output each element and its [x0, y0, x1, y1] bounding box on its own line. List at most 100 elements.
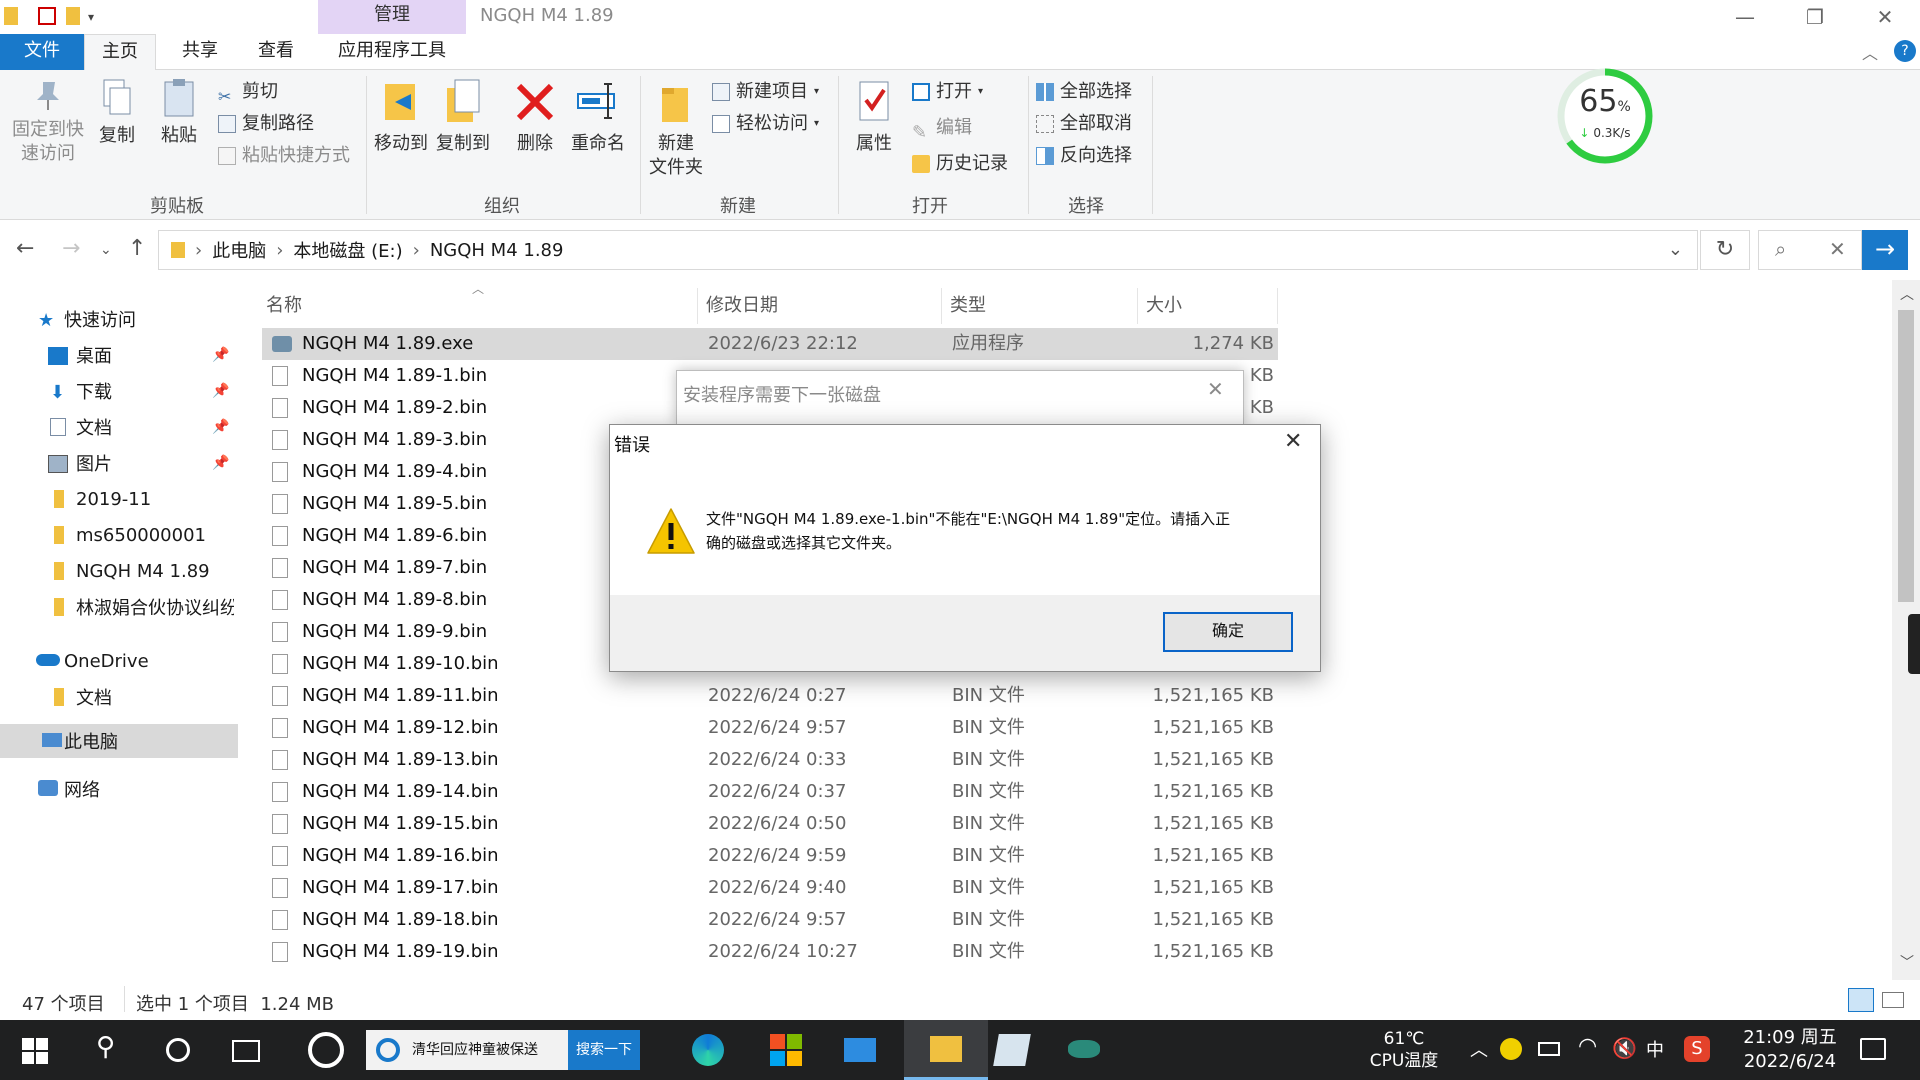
new-folder-button[interactable]: 新建 文件夹	[646, 78, 706, 180]
nav-folder-agreement[interactable]: 林淑娟合伙协议纠纷	[0, 590, 238, 624]
rename-button[interactable]: 重命名	[568, 78, 628, 156]
file-row[interactable]: NGQH M4 1.89-15.bin 2022/6/24 0:50 BIN 文件 1…	[262, 808, 1278, 840]
file-row[interactable]: NGQH M4 1.89-14.bin 2022/6/24 0:37 BIN 文件 1…	[262, 776, 1278, 808]
pin-icon[interactable]: 📌	[212, 347, 229, 363]
select-none-button[interactable]: 全部取消	[1036, 110, 1132, 138]
sogou-ime-icon[interactable]: S	[1684, 1036, 1710, 1062]
wifi-icon[interactable]: ◠	[1578, 1034, 1597, 1059]
breadcrumb-current-folder[interactable]: NGQH M4 1.89	[430, 240, 564, 261]
minimize-button[interactable]: —	[1710, 0, 1780, 34]
store-icon[interactable]	[770, 1034, 802, 1066]
edge-browser-icon[interactable]	[692, 1034, 724, 1066]
close-icon[interactable]: ✕	[1207, 377, 1224, 401]
copy-path-button[interactable]: 复制路径	[218, 110, 314, 138]
browser-search-widget[interactable]: 清华回应神童被保送	[366, 1030, 568, 1070]
nav-onedrive[interactable]: OneDrive	[0, 644, 238, 678]
breadcrumb-drive-e[interactable]: 本地磁盘 (E:)	[293, 237, 402, 263]
chevron-up-icon[interactable]: ︿	[1470, 1036, 1488, 1062]
file-row[interactable]: NGQH M4 1.89-13.bin 2022/6/24 0:33 BIN 文件 1…	[262, 744, 1278, 776]
select-all-button[interactable]: 全部选择	[1036, 78, 1132, 106]
pin-quick-access-button[interactable]: 固定到快 速访问	[8, 78, 88, 166]
collapse-ribbon-icon[interactable]: ︿	[1862, 40, 1878, 64]
recent-locations-icon[interactable]: ⌄	[100, 242, 112, 258]
clock-date[interactable]: 2022/6/24	[1730, 1050, 1850, 1074]
nav-onedrive-documents[interactable]: 文档	[0, 680, 238, 714]
chevron-down-icon[interactable]: ⌄	[1668, 239, 1683, 260]
history-button[interactable]: 历史记录	[912, 150, 1008, 178]
search-icon[interactable]: ⚲	[96, 1032, 115, 1062]
paste-button[interactable]: 粘贴	[154, 78, 204, 148]
breadcrumb-this-pc[interactable]: 此电脑	[212, 237, 266, 263]
edit-button[interactable]: ✎ 编辑	[912, 114, 972, 143]
search-go-button[interactable]: →	[1862, 230, 1908, 270]
nav-network[interactable]: 网络	[0, 772, 238, 806]
ime-indicator[interactable]: 中	[1646, 1036, 1664, 1062]
network-speed-widget[interactable]: 65% ↓ 0.3K/s	[1555, 66, 1655, 166]
windows-start-icon[interactable]	[22, 1038, 48, 1064]
file-row[interactable]: NGQH M4 1.89-12.bin 2022/6/24 9:57 BIN 文件 1…	[262, 712, 1278, 744]
properties-button[interactable]: 属性	[846, 78, 902, 156]
delete-button[interactable]: 删除	[510, 78, 560, 156]
column-header-type[interactable]: 类型	[942, 288, 1138, 324]
properties-icon[interactable]	[38, 7, 56, 25]
pin-icon[interactable]: 📌	[212, 383, 229, 399]
nav-downloads[interactable]: ⬇ 下载 📌	[0, 374, 238, 408]
easy-access-button[interactable]: 轻松访问 ▾	[712, 110, 819, 138]
file-row[interactable]: NGQH M4 1.89-11.bin 2022/6/24 0:27 BIN 文件 1…	[262, 680, 1278, 712]
file-row[interactable]: NGQH M4 1.89-18.bin 2022/6/24 9:57 BIN 文件 1…	[262, 904, 1278, 936]
invert-selection-button[interactable]: 反向选择	[1036, 142, 1132, 170]
open-button[interactable]: 打开 ▾	[912, 78, 983, 106]
ok-button[interactable]: 确定	[1163, 612, 1293, 652]
nav-folder-ms650000001[interactable]: ms650000001	[0, 518, 238, 552]
tab-view[interactable]: 查看	[240, 34, 312, 70]
nav-documents[interactable]: 文档 📌	[0, 410, 238, 444]
tab-application-tools[interactable]: 应用程序工具	[318, 34, 466, 70]
move-to-button[interactable]: 移动到	[372, 78, 430, 156]
address-bar[interactable]: › 此电脑 › 本地磁盘 (E:) › NGQH M4 1.89 ⌄	[158, 230, 1698, 270]
tray-app-icon[interactable]	[1500, 1038, 1522, 1060]
copy-to-button[interactable]: 复制到	[434, 78, 492, 156]
nav-pictures[interactable]: 图片 📌	[0, 446, 238, 480]
column-header-size[interactable]: 大小	[1138, 288, 1278, 324]
file-row[interactable]: NGQH M4 1.89-19.bin 2022/6/24 10:27 BIN 文件…	[262, 936, 1278, 968]
search-input[interactable]: ⌕ ✕	[1758, 230, 1862, 270]
large-icons-view-icon[interactable]	[1882, 992, 1904, 1008]
taskbar-search-button[interactable]: 搜索一下	[568, 1030, 640, 1070]
explorer-taskbar-button[interactable]	[904, 1020, 988, 1080]
clear-icon[interactable]: ✕	[1829, 237, 1846, 261]
new-item-button[interactable]: 新建项目 ▾	[712, 78, 819, 106]
new-folder-icon[interactable]	[66, 7, 80, 25]
nav-folder-ngqh[interactable]: NGQH M4 1.89	[0, 554, 238, 588]
close-button[interactable]: ✕	[1850, 0, 1920, 34]
nav-this-pc[interactable]: 此电脑	[0, 724, 238, 758]
copy-button[interactable]: 复制	[92, 78, 142, 148]
clock-time[interactable]: 21:09 周五	[1730, 1026, 1850, 1050]
close-icon[interactable]: ✕	[1284, 429, 1302, 454]
scroll-down-icon[interactable]: ﹀	[1900, 952, 1914, 972]
file-row[interactable]: NGQH M4 1.89.exe 2022/6/23 22:12 应用程序 1,274…	[262, 328, 1278, 360]
setup-disk-icon[interactable]	[993, 1034, 1031, 1066]
nav-quick-access[interactable]: ★ 快速访问	[0, 302, 238, 336]
mail-icon[interactable]	[844, 1038, 876, 1062]
back-arrow-icon[interactable]: ←	[16, 236, 34, 261]
battery-icon[interactable]	[1538, 1042, 1560, 1056]
cortana-icon[interactable]	[166, 1038, 190, 1062]
paste-shortcut-button[interactable]: 粘贴快捷方式	[218, 142, 350, 170]
tab-share[interactable]: 共享	[160, 34, 240, 70]
pin-icon[interactable]: 📌	[212, 419, 229, 435]
restore-button[interactable]: ❐	[1780, 0, 1850, 34]
task-view-icon[interactable]	[232, 1040, 260, 1062]
file-row[interactable]: NGQH M4 1.89-16.bin 2022/6/24 9:59 BIN 文件 1…	[262, 840, 1278, 872]
scroll-up-icon[interactable]: ︿	[1900, 284, 1914, 304]
help-icon[interactable]: ?	[1894, 40, 1916, 62]
up-arrow-icon[interactable]: ↑	[128, 236, 146, 261]
column-header-name[interactable]: 名称	[258, 288, 698, 324]
forward-arrow-icon[interactable]: →	[62, 236, 80, 261]
volume-muted-icon[interactable]: 🔇	[1612, 1036, 1637, 1060]
customize-quick-access-icon[interactable]: ▾	[88, 10, 106, 28]
file-row[interactable]: NGQH M4 1.89-17.bin 2022/6/24 9:40 BIN 文件 1…	[262, 872, 1278, 904]
game-icon[interactable]	[1068, 1040, 1100, 1058]
tab-home[interactable]: 主页	[84, 34, 156, 71]
tab-file[interactable]: 文件	[0, 34, 84, 70]
refresh-icon[interactable]: ↻	[1700, 230, 1750, 270]
